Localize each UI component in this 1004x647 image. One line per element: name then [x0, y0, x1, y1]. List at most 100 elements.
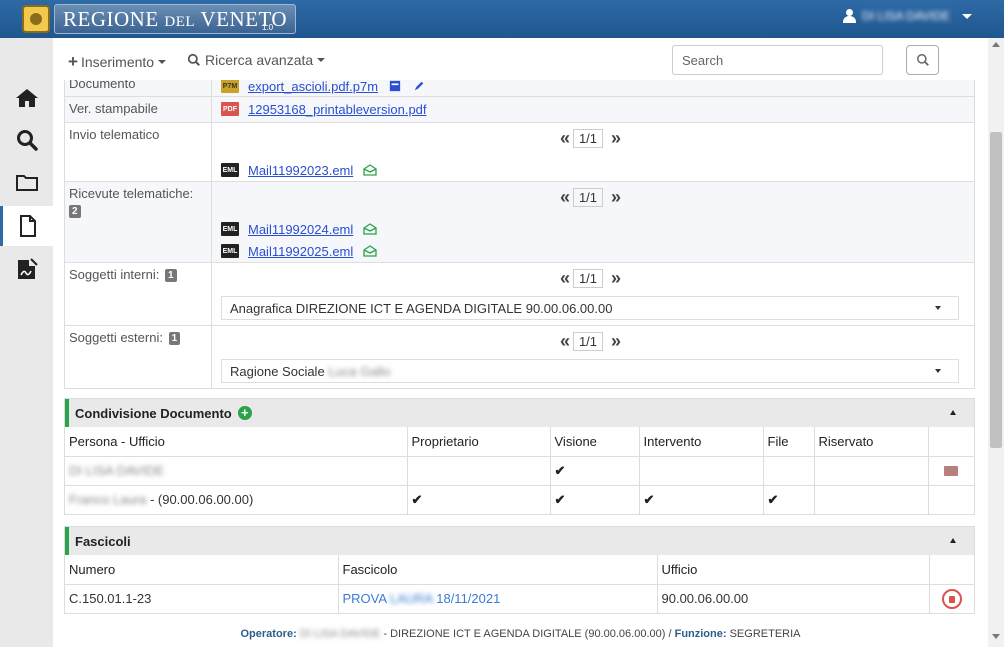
- sidebar-item-home[interactable]: [0, 78, 53, 118]
- col-numero: Numero: [65, 555, 339, 585]
- check-icon: ✔: [550, 485, 640, 514]
- pager-prev-icon[interactable]: «: [556, 268, 570, 289]
- sidebar-item-document[interactable]: [0, 206, 53, 246]
- vertical-scrollbar[interactable]: [988, 38, 1004, 647]
- crest-icon: [22, 5, 50, 33]
- interni-count-badge: 1: [164, 269, 177, 282]
- remove-fascicolo-icon[interactable]: [941, 588, 962, 609]
- condivisione-header[interactable]: Condivisione Documento +: [65, 399, 974, 427]
- plus-icon: +: [68, 52, 78, 71]
- pager-next-icon[interactable]: »: [607, 268, 621, 289]
- scroll-thumb[interactable]: [990, 132, 1002, 448]
- regione-veneto-logo[interactable]: REGIONE DEL VENETO: [22, 4, 297, 34]
- eml-file-icon: EML: [221, 244, 239, 258]
- col-fascicolo: Fascicolo: [338, 555, 658, 585]
- search-input[interactable]: [672, 45, 883, 75]
- ricevute-label-cell: Ricevute telematiche: 2: [65, 182, 212, 262]
- esterni-select[interactable]: Ragione Sociale Luca Gallo: [221, 359, 959, 383]
- esterni-select-value: Ragione Sociale Luca Gallo: [230, 364, 390, 379]
- main-content: Documento P7M export_ascioli.pdf.p7m Ver…: [53, 80, 988, 618]
- check-cell: [639, 456, 764, 486]
- interni-label: Soggetti interni:: [69, 267, 160, 282]
- col-actions: [928, 427, 974, 457]
- scroll-up-icon[interactable]: [992, 42, 1000, 47]
- page-indicator: 1/1: [572, 187, 604, 207]
- envelope-open-icon[interactable]: [363, 245, 377, 257]
- stampabile-file-link[interactable]: 12953168_printableversion.pdf: [248, 102, 427, 117]
- eml-file-icon: EML: [221, 222, 239, 236]
- col-file: File: [763, 427, 815, 457]
- detail-row-interni: Soggetti interni: 1 « 1/1 » Anagrafica D…: [65, 263, 974, 326]
- sidebar-item-search[interactable]: [0, 120, 53, 160]
- fascicolo-link[interactable]: PROVA LAURA 18/11/2021: [343, 591, 501, 606]
- user-menu[interactable]: DI LISA DAVIDE: [843, 9, 972, 23]
- status-footer: Operatore: DI LISA DAVIDE - DIREZIONE IC…: [53, 618, 988, 647]
- insert-menu-button[interactable]: + Inserimento: [68, 52, 167, 72]
- detail-row-stampabile: Ver. stampabile PDF 12953168_printableve…: [65, 97, 974, 123]
- remove-folder-icon[interactable]: [944, 465, 959, 476]
- interni-select[interactable]: Anagrafica DIREZIONE ICT E AGENDA DIGITA…: [221, 296, 959, 320]
- stampabile-label: Ver. stampabile: [65, 97, 212, 122]
- check-cell: [407, 456, 551, 486]
- ricevute-pager: « 1/1 »: [211, 185, 965, 209]
- esterni-pager: « 1/1 »: [211, 329, 965, 353]
- funzione-label: Funzione:: [674, 628, 727, 640]
- collapse-icon[interactable]: [950, 410, 956, 415]
- collapse-icon[interactable]: [950, 538, 956, 543]
- check-cell: [763, 456, 815, 486]
- pager-prev-icon[interactable]: «: [556, 187, 570, 208]
- invio-file-link[interactable]: Mail11992023.eml: [248, 163, 353, 178]
- page-indicator: 1/1: [572, 331, 604, 351]
- ricevute-file-link[interactable]: Mail11992025.eml: [248, 244, 353, 259]
- action-cell: [928, 456, 974, 486]
- folder-icon: [15, 175, 38, 191]
- pager-next-icon[interactable]: »: [607, 331, 621, 352]
- search-icon: [16, 130, 38, 151]
- search-button[interactable]: [906, 45, 939, 75]
- toolbar: + Inserimento Ricerca avanzata: [53, 38, 988, 80]
- advanced-search-label: Ricerca avanzata: [205, 52, 314, 68]
- esterni-count-badge: 1: [168, 332, 181, 345]
- persona-cell: Franco Laura - (90.00.06.00.00): [65, 485, 408, 514]
- fascicolo-prefix: PROVA: [342, 591, 387, 607]
- check-icon: ✔: [407, 485, 551, 514]
- interni-value: « 1/1 » Anagrafica DIREZIONE ICT E AGEND…: [212, 263, 974, 325]
- check-cell: [814, 485, 929, 514]
- sidebar-item-folder[interactable]: [0, 163, 53, 203]
- envelope-open-icon[interactable]: [363, 223, 377, 235]
- check-icon: ✔: [639, 485, 764, 514]
- fascicolo-date: 18/11/2021: [436, 591, 501, 607]
- envelope-open-icon[interactable]: [363, 164, 377, 176]
- add-share-icon[interactable]: +: [237, 406, 252, 420]
- documento-file-link[interactable]: export_ascioli.pdf.p7m: [248, 80, 378, 94]
- invio-pager: « 1/1 »: [211, 126, 965, 150]
- fascicoli-title: Fascicoli: [75, 533, 131, 549]
- pager-prev-icon[interactable]: «: [556, 128, 570, 149]
- esterni-blurred-name: Luca Gallo: [328, 363, 391, 379]
- esterni-label-cell: Soggetti esterni: 1: [65, 326, 212, 388]
- fascicoli-table: Numero Fascicolo Ufficio C.150.01.1-23 P…: [65, 555, 974, 613]
- check-cell: [814, 456, 929, 486]
- caret-down-icon: [317, 58, 326, 62]
- top-header: REGIONE DEL VENETO 1.0 DI LISA DAVIDE: [0, 0, 1004, 38]
- esterni-prefix: Ragione Sociale: [230, 363, 325, 379]
- table-row: DI LISA DAVIDE ✔: [65, 456, 974, 486]
- operatore-label: Operatore:: [240, 628, 297, 640]
- fascicoli-panel: Fascicoli Numero Fascicolo Ufficio C.150…: [64, 526, 975, 614]
- pager-next-icon[interactable]: »: [607, 187, 621, 208]
- interni-select-value: Anagrafica DIREZIONE ICT E AGENDA DIGITA…: [230, 300, 613, 316]
- verify-signature-icon[interactable]: [388, 80, 402, 92]
- pager-next-icon[interactable]: »: [607, 128, 621, 149]
- fascicoli-header[interactable]: Fascicoli: [65, 527, 974, 555]
- edit-icon[interactable]: [412, 80, 426, 92]
- sidebar: [0, 38, 53, 647]
- ricevute-file-link[interactable]: Mail11992024.eml: [248, 222, 353, 237]
- pager-prev-icon[interactable]: «: [556, 331, 570, 352]
- col-proprietario: Proprietario: [407, 427, 551, 457]
- sidebar-item-signature[interactable]: [0, 249, 53, 289]
- scroll-down-icon[interactable]: [992, 634, 1000, 639]
- ufficio-cell: 90.00.06.00.00: [657, 584, 930, 613]
- interni-pager: « 1/1 »: [211, 266, 965, 290]
- fascicolo-blurred: LAURA: [389, 591, 433, 607]
- advanced-search-button[interactable]: Ricerca avanzata: [187, 52, 326, 68]
